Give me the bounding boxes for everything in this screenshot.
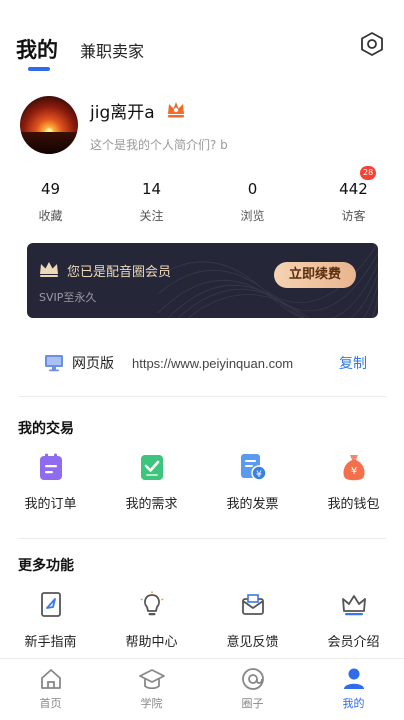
username: jig离开a [90, 103, 155, 123]
more-item-label: 帮助中心 [125, 635, 178, 650]
stat-label: 收藏 [38, 209, 63, 223]
nav-label: 首页 [39, 697, 62, 710]
tab-mine-label: 我的 [16, 38, 58, 62]
trade-item-label: 我的发票 [226, 497, 279, 512]
svg-text:¥: ¥ [256, 470, 262, 480]
more-grid: 新手指南 帮助中心 意见反馈 会员介绍 [0, 590, 404, 650]
copy-button[interactable]: 复制 [339, 353, 367, 373]
stat-value: 14 [141, 180, 162, 198]
stat-visitors[interactable]: 28 442 访客 [303, 166, 404, 224]
trade-item-label: 我的订单 [24, 497, 77, 512]
nav-label: 我的 [342, 697, 365, 710]
nav-mine[interactable]: 我的 [303, 659, 404, 720]
nav-label: 学院 [140, 697, 163, 710]
trade-grid: 我的订单 我的需求 ¥ 我的发票 ¥ 我的钱包 [0, 452, 404, 512]
nav-academy[interactable]: 学院 [101, 659, 202, 720]
stat-label: 访客 [341, 209, 366, 223]
profile-bio: 这个是我的个人简介们? b [90, 138, 228, 152]
web-version-label: 网页版 [72, 356, 114, 372]
vip-title: 您已是配音圈会员 [67, 265, 172, 280]
bottom-nav: 首页 学院 圈子 我的 [0, 658, 404, 720]
home-icon [40, 669, 61, 689]
circle-icon [241, 668, 264, 690]
member-icon [339, 590, 369, 620]
stat-label: 浏览 [240, 209, 265, 223]
trade-item-demands[interactable]: 我的需求 [101, 452, 202, 512]
trade-item-label: 我的需求 [125, 497, 178, 512]
svg-text:¥: ¥ [350, 466, 356, 477]
feedback-icon [238, 590, 268, 620]
academy-icon [138, 669, 165, 690]
trade-item-orders[interactable]: 我的订单 [0, 452, 101, 512]
web-version-row: 网页版 https://www.peiyinquan.com 复制 [44, 352, 384, 374]
more-section-title: 更多功能 [18, 558, 74, 574]
more-item-member[interactable]: 会员介绍 [303, 590, 404, 650]
divider [18, 396, 386, 397]
help-icon [137, 590, 167, 620]
stat-following[interactable]: 14 关注 [101, 180, 202, 224]
trade-item-label: 我的钱包 [327, 497, 380, 512]
stat-views[interactable]: 0 浏览 [202, 180, 303, 224]
avatar[interactable] [20, 96, 78, 154]
guide-icon [36, 590, 66, 620]
renew-button[interactable]: 立即续费 [274, 262, 356, 288]
stat-value: 49 [40, 180, 61, 198]
web-url: https://www.peiyinquan.com [132, 355, 294, 371]
more-item-label: 意见反馈 [226, 635, 279, 650]
stat-favorites[interactable]: 49 收藏 [0, 180, 101, 224]
more-item-guide[interactable]: 新手指南 [0, 590, 101, 650]
trade-section-title: 我的交易 [18, 421, 74, 437]
stats-row: 49 收藏 14 关注 0 浏览 28 442 访客 [0, 166, 404, 224]
nav-circle[interactable]: 圈子 [202, 659, 303, 720]
more-item-help[interactable]: 帮助中心 [101, 590, 202, 650]
tab-part-time-seller[interactable]: 兼职卖家 [80, 38, 144, 62]
stat-label: 关注 [139, 209, 164, 223]
wallet-icon: ¥ [339, 452, 369, 482]
vip-subtitle: SVIP至永久 [39, 291, 97, 304]
divider [18, 538, 386, 539]
order-icon [36, 452, 66, 482]
stat-value: 442 [339, 180, 368, 198]
stat-value: 0 [247, 180, 258, 198]
nav-label: 圈子 [241, 697, 264, 710]
more-item-label: 会员介绍 [327, 635, 380, 650]
tab-underline [28, 67, 50, 71]
vip-crown-icon [40, 262, 58, 277]
invoice-icon: ¥ [238, 452, 268, 482]
nav-home[interactable]: 首页 [0, 659, 101, 720]
header-tabs: 我的 兼职卖家 [16, 34, 144, 71]
settings-button[interactable] [358, 30, 386, 58]
profile-icon [343, 668, 364, 689]
monitor-icon [45, 355, 63, 372]
trade-item-invoices[interactable]: ¥ 我的发票 [202, 452, 303, 512]
more-item-label: 新手指南 [24, 635, 77, 650]
tab-mine[interactable]: 我的 [16, 34, 58, 71]
demand-icon [137, 452, 167, 482]
profile-section[interactable]: jig离开a 这个是我的个人简介们? b [20, 96, 384, 156]
trade-item-wallet[interactable]: ¥ 我的钱包 [303, 452, 404, 512]
more-item-feedback[interactable]: 意见反馈 [202, 590, 303, 650]
settings-hex-icon [361, 32, 383, 56]
vip-card[interactable]: 您已是配音圈会员 SVIP至永久 立即续费 [27, 243, 378, 318]
crown-badge-icon [168, 102, 184, 118]
visitor-count-badge: 28 [360, 166, 377, 180]
